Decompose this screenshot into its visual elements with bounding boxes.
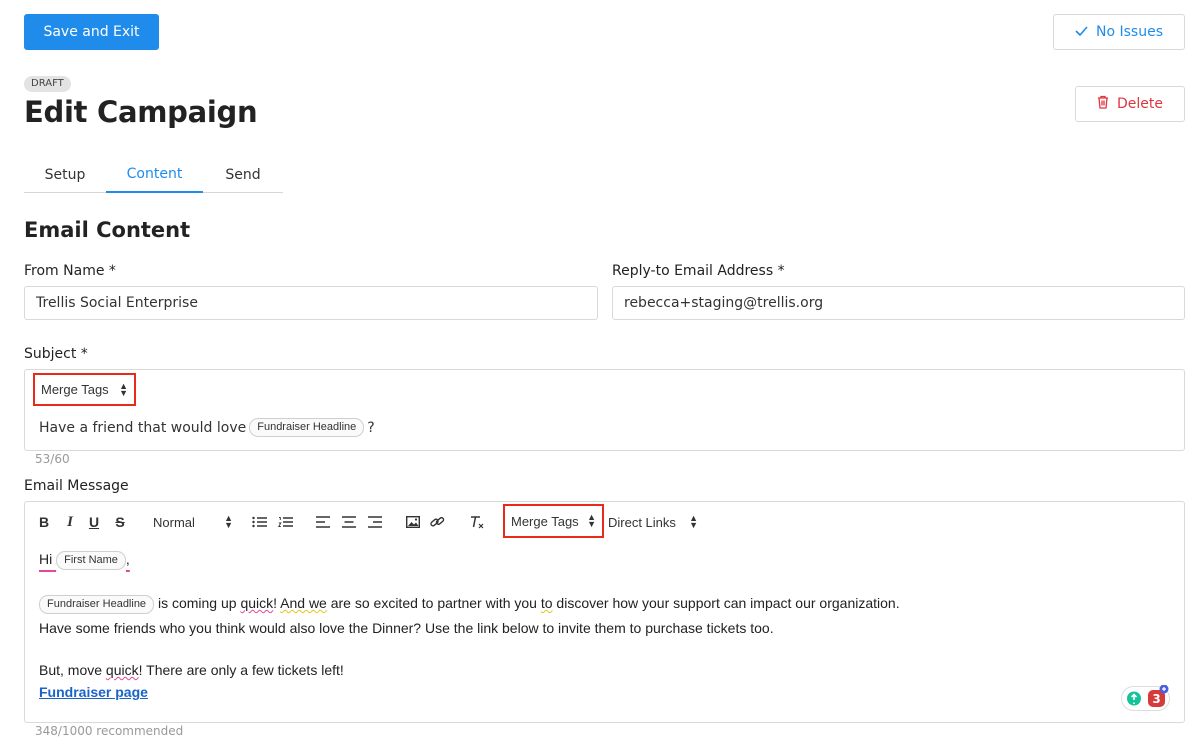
- updown-arrows-icon: ▲ ▼: [119, 380, 128, 398]
- email-message-label: Email Message: [24, 478, 129, 494]
- text-run: is coming up: [154, 595, 241, 612]
- grammarly-issue-count: 3: [1152, 692, 1161, 706]
- spelling-flag: quick: [240, 595, 274, 612]
- subject-text-before: Have a friend that would love: [39, 419, 247, 436]
- text-format-select[interactable]: Normal ▲ ▼: [153, 512, 233, 532]
- updown-arrows-icon: ▲ ▼: [689, 513, 698, 530]
- subject-text-after: ?: [367, 419, 375, 436]
- spelling-flag: quick: [105, 662, 139, 678]
- email-message-editor[interactable]: B I U S Normal ▲ ▼ Merge Tags ▲ ▼ Direct…: [24, 501, 1185, 723]
- underline-button[interactable]: U: [87, 512, 101, 532]
- strikethrough-button[interactable]: S: [113, 512, 127, 532]
- message-merge-tags-select[interactable]: Merge Tags ▲ ▼: [503, 504, 604, 538]
- tab-content[interactable]: Content: [106, 156, 203, 193]
- merge-tag-chip[interactable]: First Name: [56, 551, 126, 570]
- no-issues-button[interactable]: No Issues: [1053, 14, 1185, 50]
- subject-text[interactable]: Have a friend that would love Fundraiser…: [39, 418, 375, 437]
- greeting-text: Hi: [39, 551, 53, 568]
- grammar-flag: And we: [280, 595, 327, 612]
- merge-tags-label: Merge Tags: [511, 513, 579, 529]
- text-run: But, move: [39, 662, 106, 678]
- text-run: ! There are only a few tickets left!: [138, 662, 344, 678]
- merge-tags-label: Merge Tags: [41, 382, 109, 397]
- merge-tag-chip[interactable]: Fundraiser Headline: [249, 418, 365, 437]
- from-name-label: From Name *: [24, 263, 116, 279]
- delete-button[interactable]: Delete: [1075, 86, 1185, 122]
- grammarly-widget[interactable]: 3: [1121, 684, 1171, 711]
- trash-icon: [1097, 95, 1109, 113]
- align-left-icon[interactable]: [315, 512, 331, 532]
- text-run: discover how your support can impact our…: [552, 595, 900, 612]
- subject-char-counter: 53/60: [35, 452, 70, 466]
- editor-toolbar: B I U S Normal ▲ ▼ Merge Tags ▲ ▼ Direct…: [25, 502, 1184, 542]
- bullet-list-icon[interactable]: [251, 512, 267, 532]
- direct-links-label: Direct Links: [608, 514, 676, 530]
- paragraph-2: Have some friends who you think would al…: [39, 620, 774, 636]
- numbered-list-icon[interactable]: [277, 512, 293, 532]
- delete-label: Delete: [1117, 96, 1163, 112]
- status-badge: DRAFT: [24, 76, 71, 92]
- link-icon[interactable]: [429, 512, 445, 532]
- align-right-icon[interactable]: [367, 512, 383, 532]
- direct-links-select[interactable]: Direct Links ▲ ▼: [608, 512, 698, 532]
- message-char-counter: 348/1000 recommended: [35, 724, 184, 738]
- updown-arrows-icon: ▲ ▼: [224, 513, 233, 530]
- greeting-line: Hi First Name,: [39, 551, 130, 570]
- bold-button[interactable]: B: [37, 512, 51, 532]
- updown-arrows-icon: ▲ ▼: [587, 512, 596, 529]
- paragraph-3: But, move quick! There are only a few ti…: [39, 662, 344, 678]
- text-format-label: Normal: [153, 514, 195, 530]
- italic-button[interactable]: I: [63, 512, 77, 532]
- image-icon[interactable]: [405, 512, 421, 532]
- fundraiser-page-link-line: Fundraiser page: [39, 684, 148, 700]
- subject-merge-tags-select[interactable]: Merge Tags ▲ ▼: [33, 373, 136, 406]
- section-title: Email Content: [24, 218, 191, 242]
- paragraph-1: Fundraiser Headline is coming up quick! …: [39, 595, 900, 614]
- from-name-input[interactable]: [24, 286, 598, 320]
- page-title: Edit Campaign: [24, 95, 258, 129]
- text-run: are so excited to partner with you: [326, 595, 541, 612]
- tab-send[interactable]: Send: [203, 156, 283, 193]
- subject-editor[interactable]: Merge Tags ▲ ▼ Have a friend that would l…: [24, 369, 1185, 451]
- check-icon: [1075, 24, 1088, 40]
- save-and-exit-button[interactable]: Save and Exit: [24, 14, 159, 50]
- no-issues-label: No Issues: [1096, 24, 1163, 40]
- merge-tag-chip[interactable]: Fundraiser Headline: [39, 595, 155, 614]
- fundraiser-page-link[interactable]: Fundraiser page: [39, 684, 148, 700]
- align-center-icon[interactable]: [341, 512, 357, 532]
- clear-formatting-icon[interactable]: [469, 512, 485, 532]
- campaign-tabs: Setup Content Send: [24, 156, 283, 193]
- greeting-end: ,: [125, 551, 130, 568]
- subject-label: Subject *: [24, 346, 88, 362]
- reply-to-input[interactable]: [612, 286, 1185, 320]
- reply-to-label: Reply-to Email Address *: [612, 263, 785, 279]
- tab-setup[interactable]: Setup: [24, 156, 106, 193]
- grammar-flag: to: [540, 595, 553, 612]
